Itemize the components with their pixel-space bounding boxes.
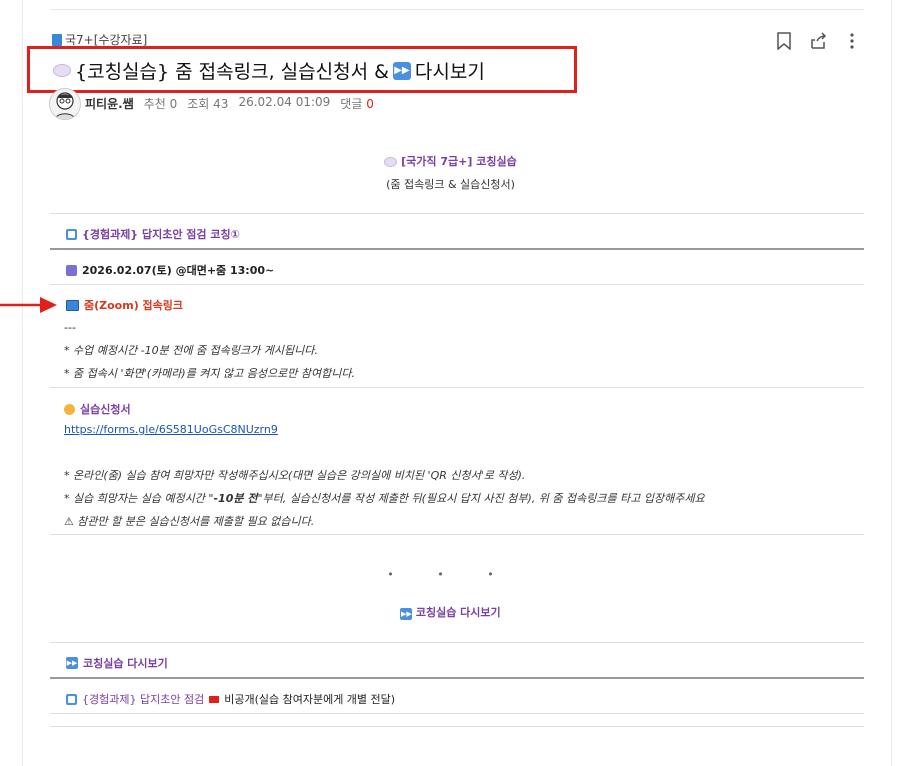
- form-note-2c: "부터, 실습신청서를 작성 제출한 뒤(필요시 답지 사진 첨부), 위 줌 …: [257, 492, 705, 505]
- form-title-row: 실습신청서: [64, 401, 131, 417]
- dash-text: ---: [64, 321, 76, 334]
- zoom-note-2: * 줌 접속시 '화면'(카메라)를 켜지 않고 음성으로만 참여합니다.: [64, 367, 355, 380]
- more-options-icon[interactable]: [842, 31, 862, 51]
- title-text: {코칭실습} 줌 접속링크, 실습신청서 &: [75, 61, 389, 83]
- speech-bubble-icon: [384, 157, 398, 167]
- grinning-face-icon: [64, 403, 75, 415]
- divider: [50, 534, 864, 535]
- divider: [50, 284, 864, 285]
- intro-heading: [국가직 7급+] 코칭실습: [0, 153, 901, 169]
- view-count: 조회 43: [187, 97, 229, 111]
- author-avatar[interactable]: [49, 88, 81, 120]
- divider: [50, 213, 864, 214]
- monitor-icon: [66, 299, 79, 311]
- post-title: {코칭실습} 줌 접속링크, 실습신청서 & ▶▶ 다시보기: [53, 57, 485, 84]
- checkbox-square-icon: [66, 693, 77, 705]
- replay-left-text: 코칭실습 다시보기: [83, 657, 168, 670]
- replay-center-link[interactable]: ▶▶ 코칭실습 다시보기: [0, 604, 901, 620]
- bottom-task-text: {경험과제} 답지초안 점검: [82, 693, 205, 706]
- form-link-row: https://forms.gle/6S581UoGsC8NUzrn9: [64, 423, 278, 436]
- divider: [50, 726, 864, 727]
- divider-thick: [50, 677, 864, 679]
- fast-forward-icon: ▶▶: [392, 61, 411, 80]
- title-tail-text: 다시보기: [414, 61, 485, 83]
- comment-count[interactable]: 댓글 0: [340, 95, 374, 112]
- intro-subheading: (줌 접속링크 & 실습신청서): [386, 178, 515, 191]
- divider-thick: [50, 248, 864, 250]
- divider: [50, 642, 864, 643]
- red-flag-icon: [209, 695, 220, 703]
- form-note-2b: -10분 전: [213, 492, 258, 505]
- checkbox-square-icon: [66, 228, 77, 240]
- zoom-dash: ---: [64, 321, 76, 334]
- calendar-icon: [66, 264, 77, 276]
- form-note-2: * 실습 희망자는 실습 예정시간 " -10분 전 "부터, 실습신청서를 작성 …: [64, 490, 705, 506]
- divider: [50, 387, 864, 388]
- form-link[interactable]: https://forms.gle/6S581UoGsC8NUzrn9: [64, 423, 278, 436]
- form-note-1: * 온라인(줌) 실습 참여 희망자만 작성해주십시오(대면 실습은 강의실에 …: [64, 469, 526, 482]
- divider: [50, 713, 864, 714]
- post-toolbar: [774, 31, 862, 51]
- left-frame-border: [22, 0, 23, 766]
- form-title: 실습신청서: [80, 403, 131, 416]
- recommend-count: 추천 0: [143, 97, 178, 111]
- bookmark-icon[interactable]: [774, 31, 794, 51]
- bottom-private-text: 비공개(실습 참여자분에게 개별 전달): [224, 693, 396, 706]
- zoom-note-1: * 수업 예정시간 -10분 전에 줌 접속링크가 게시됩니다.: [64, 344, 318, 357]
- zoom-title-row: 줌(Zoom) 접속링크: [66, 297, 183, 313]
- intro-heading-text: [국가직 7급+] 코칭실습: [401, 155, 517, 168]
- form-note-3: ⚠ 참관만 할 분은 실습신청서를 제출할 필요 없습니다.: [64, 515, 315, 528]
- red-arrow-annotation: [0, 297, 57, 313]
- fast-forward-icon: ▶▶: [66, 657, 78, 669]
- date-line: 2026.02.07(토) @대면+줌 13:00~: [82, 264, 275, 277]
- post-meta: 피티윤.쌤 추천 0 조회 43 26.02.04 01:09 댓글 0: [85, 95, 374, 112]
- replay-center-text: 코칭실습 다시보기: [415, 606, 501, 619]
- right-frame-border: [891, 0, 892, 766]
- share-icon[interactable]: [808, 31, 828, 51]
- replay-left-row[interactable]: ▶▶ 코칭실습 다시보기: [66, 655, 168, 671]
- task-title-row: {경험과제} 답지초안 점검 코칭①: [66, 226, 240, 242]
- top-divider: [50, 9, 864, 10]
- speech-bubble-icon: [53, 64, 71, 77]
- author-name[interactable]: 피티윤.쌤: [85, 95, 134, 112]
- form-note-2a: * 실습 희망자는 실습 예정시간 ": [64, 492, 214, 505]
- fast-forward-icon: ▶▶: [400, 608, 413, 620]
- bottom-row: {경험과제} 답지초안 점검 비공개(실습 참여자분에게 개별 전달): [66, 691, 395, 707]
- zoom-title: 줌(Zoom) 접속링크: [84, 299, 184, 312]
- date-row: 2026.02.07(토) @대면+줌 13:00~: [66, 262, 274, 278]
- book-icon: [52, 33, 62, 46]
- post-datetime: 26.02.04 01:09: [238, 95, 331, 109]
- ellipsis-dots: • • •: [387, 568, 514, 581]
- task-title: {경험과제} 답지초안 점검 코칭①: [82, 228, 240, 241]
